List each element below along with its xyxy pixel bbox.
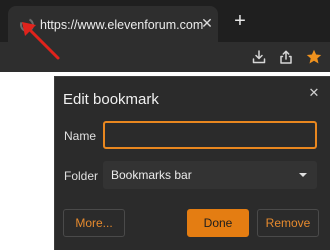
page-content bbox=[0, 72, 54, 250]
download-icon[interactable] bbox=[250, 48, 268, 66]
star-icon[interactable] bbox=[305, 48, 323, 66]
folder-label: Folder bbox=[64, 169, 99, 183]
browser-toolbar bbox=[0, 42, 330, 72]
done-button[interactable]: Done bbox=[187, 209, 249, 237]
dialog-title: Edit bookmark bbox=[63, 91, 159, 108]
chevron-down-icon bbox=[299, 173, 307, 177]
remove-button[interactable]: Remove bbox=[257, 209, 319, 237]
more-button[interactable]: More... bbox=[63, 209, 125, 237]
tab-close-icon[interactable]: ✕ bbox=[199, 15, 215, 31]
share-icon[interactable] bbox=[277, 48, 295, 66]
folder-dropdown[interactable]: Bookmarks bar bbox=[103, 161, 317, 189]
new-tab-button[interactable]: + bbox=[232, 11, 248, 31]
tab-title: https://www.elevenforum.com bbox=[40, 18, 204, 32]
loading-spinner-icon bbox=[18, 16, 36, 34]
browser-tab[interactable]: https://www.elevenforum.com ✕ bbox=[8, 6, 218, 42]
name-input[interactable] bbox=[103, 121, 317, 149]
edit-bookmark-dialog: Edit bookmark ✕ Name Folder Bookmarks ba… bbox=[54, 76, 330, 250]
name-label: Name bbox=[64, 129, 97, 143]
folder-selected-value: Bookmarks bar bbox=[111, 168, 192, 182]
close-icon[interactable]: ✕ bbox=[306, 85, 322, 101]
tab-strip: https://www.elevenforum.com ✕ + bbox=[0, 0, 330, 42]
